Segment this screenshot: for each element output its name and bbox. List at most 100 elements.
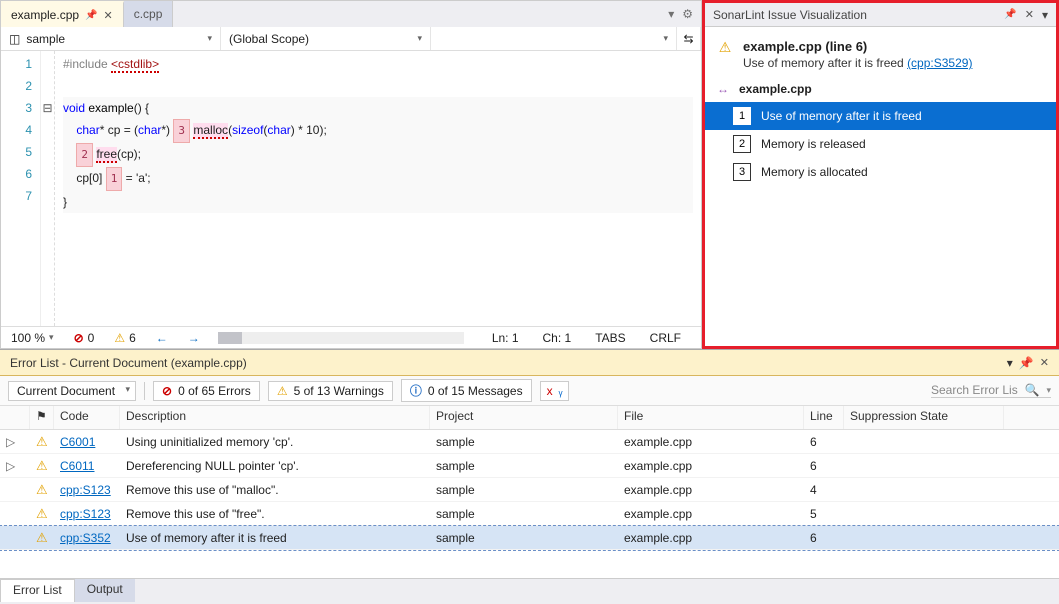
- tab-example-cpp[interactable]: example.cpp 📌 ✕: [1, 1, 124, 27]
- code-area[interactable]: 1 2 3 4 5 6 7 ⊟ #include <cstdlib> void …: [1, 51, 701, 326]
- table-row[interactable]: ⚠cpp:S123Remove this use of "malloc".sam…: [0, 478, 1059, 502]
- expander-icon[interactable]: [0, 487, 30, 493]
- row-desc: Dereferencing NULL pointer 'cp'.: [120, 456, 430, 476]
- row-desc: Remove this use of "free".: [120, 504, 430, 524]
- flow-step[interactable]: 3 Memory is allocated: [705, 158, 1056, 186]
- table-row[interactable]: ▷⚠C6011Dereferencing NULL pointer 'cp'.s…: [0, 454, 1059, 478]
- doc-tabs: example.cpp 📌 ✕ c.cpp ▾ ⚙: [1, 1, 701, 27]
- chevron-down-icon[interactable]: ▾: [1042, 8, 1048, 22]
- step-badge-1[interactable]: 1: [106, 167, 123, 191]
- nav-scope-label: (Global Scope): [229, 32, 309, 46]
- indent-mode[interactable]: TABS: [585, 331, 635, 345]
- expander-icon[interactable]: [0, 535, 30, 541]
- nav-project-dropdown[interactable]: ◫ sample ▾: [1, 27, 221, 50]
- tab-output[interactable]: Output: [75, 579, 135, 602]
- close-icon[interactable]: ✕: [1040, 356, 1049, 369]
- warning-counter[interactable]: ⚠6: [104, 331, 145, 345]
- h-scrollbar[interactable]: [218, 332, 464, 344]
- t: ) * 10);: [291, 123, 327, 137]
- step-badge-2[interactable]: 2: [76, 143, 93, 167]
- error-icon: ⊘: [74, 331, 84, 345]
- expander-icon[interactable]: ▷: [0, 432, 30, 452]
- rule-link[interactable]: (cpp:S3529): [907, 56, 972, 70]
- t: void: [63, 101, 85, 115]
- step-badge-3[interactable]: 3: [173, 119, 190, 143]
- row-line: 6: [804, 528, 844, 548]
- col-line[interactable]: Line: [804, 406, 844, 429]
- line-number: 2: [1, 75, 32, 97]
- table-row[interactable]: ⚠cpp:S123Remove this use of "free".sampl…: [0, 502, 1059, 526]
- search-input[interactable]: Search Error Lis🔍▾: [931, 383, 1051, 398]
- table-row[interactable]: ⚠cpp:S352Use of memory after it is freed…: [0, 526, 1059, 550]
- nav-scope-dropdown[interactable]: (Global Scope) ▾: [221, 27, 431, 50]
- messages-filter[interactable]: ⓘ0 of 15 Messages: [401, 379, 532, 402]
- row-desc: Remove this use of "malloc".: [120, 480, 430, 500]
- expander-icon[interactable]: [0, 511, 30, 517]
- row-project: sample: [430, 504, 618, 524]
- search-icon: 🔍: [1025, 383, 1040, 397]
- flow-file: example.cpp: [739, 82, 812, 96]
- col-code[interactable]: Code: [54, 406, 120, 429]
- col-file[interactable]: File: [618, 406, 804, 429]
- line-number: 3: [1, 97, 32, 119]
- code-link[interactable]: cpp:S123: [60, 483, 111, 497]
- code-link[interactable]: C6001: [60, 435, 95, 449]
- split-icon[interactable]: ⇆: [677, 27, 701, 50]
- nav-member-dropdown[interactable]: ▾: [431, 27, 677, 50]
- tab-error-list[interactable]: Error List: [0, 579, 75, 602]
- flow-step[interactable]: 2 Memory is released: [705, 130, 1056, 158]
- error-icon: ⊘: [162, 384, 172, 398]
- code-text[interactable]: #include <cstdlib> void example() { char…: [55, 51, 701, 326]
- errors-filter[interactable]: ⊘ 0 of 65 Errors: [153, 381, 260, 401]
- chevron-down-icon[interactable]: ▾: [668, 7, 674, 21]
- fwd-arrow-icon[interactable]: →: [188, 331, 200, 345]
- t: example: [88, 101, 133, 115]
- tab-label: example.cpp: [11, 8, 79, 22]
- back-arrow-icon[interactable]: ←: [156, 331, 168, 345]
- close-icon[interactable]: ✕: [1025, 8, 1034, 21]
- bottom-tabs: Error List Output: [0, 578, 1059, 602]
- gear-icon[interactable]: ⚙: [682, 7, 693, 21]
- pin-icon[interactable]: 📌: [85, 10, 97, 21]
- col-desc[interactable]: Description: [120, 406, 430, 429]
- fold-toggle[interactable]: ⊟: [41, 97, 54, 119]
- code-link[interactable]: cpp:S123: [60, 507, 111, 521]
- table-row[interactable]: ▷⚠C6001Using uninitialized memory 'cp'.s…: [0, 430, 1059, 454]
- code-link[interactable]: C6011: [60, 459, 94, 473]
- zoom-dropdown[interactable]: 100 % ▾: [1, 331, 64, 345]
- table-header[interactable]: ⚑ Code Description Project File Line Sup…: [0, 406, 1059, 430]
- caret-line: Ln: 1: [482, 331, 529, 345]
- chevron-down-icon[interactable]: ▾: [1007, 356, 1013, 370]
- scope-dropdown[interactable]: Current Document: [8, 381, 136, 401]
- filter-label: 0 of 65 Errors: [178, 384, 251, 398]
- chevron-down-icon: ▾: [663, 33, 668, 44]
- row-file: example.cpp: [618, 456, 804, 476]
- step-number: 3: [733, 163, 751, 181]
- code-link[interactable]: cpp:S352: [60, 531, 111, 545]
- row-line: 4: [804, 480, 844, 500]
- flow-steps: 1 Use of memory after it is freed 2 Memo…: [705, 102, 1056, 186]
- t: <cstdlib>: [111, 57, 159, 73]
- t: () {: [134, 101, 149, 115]
- nav-project-label: sample: [26, 32, 65, 46]
- issue-message: Use of memory after it is freed: [743, 56, 907, 70]
- row-line: 6: [804, 432, 844, 452]
- clear-filter[interactable]: xᵧ: [540, 381, 570, 401]
- col-suppression[interactable]: Suppression State: [844, 406, 1004, 429]
- step-number: 1: [733, 107, 751, 125]
- line-number: 6: [1, 163, 32, 185]
- row-project: sample: [430, 480, 618, 500]
- editor-status-bar: 100 % ▾ ⊘0 ⚠6 ← → Ln: 1 Ch: 1 TABS CRLF: [1, 326, 701, 348]
- eol-mode[interactable]: CRLF: [640, 331, 691, 345]
- pin-icon[interactable]: 📌: [1004, 9, 1016, 20]
- close-icon[interactable]: ✕: [104, 9, 113, 22]
- tab-c-cpp[interactable]: c.cpp: [124, 1, 174, 27]
- col-project[interactable]: Project: [430, 406, 618, 429]
- warning-icon: ⚠: [277, 384, 288, 398]
- warnings-filter[interactable]: ⚠5 of 13 Warnings: [268, 381, 393, 401]
- flow-step[interactable]: 1 Use of memory after it is freed: [705, 102, 1056, 130]
- expander-icon[interactable]: ▷: [0, 456, 30, 476]
- flow-icon: ↔: [717, 82, 729, 96]
- error-counter[interactable]: ⊘0: [64, 331, 105, 345]
- pin-icon[interactable]: 📌: [1019, 356, 1034, 370]
